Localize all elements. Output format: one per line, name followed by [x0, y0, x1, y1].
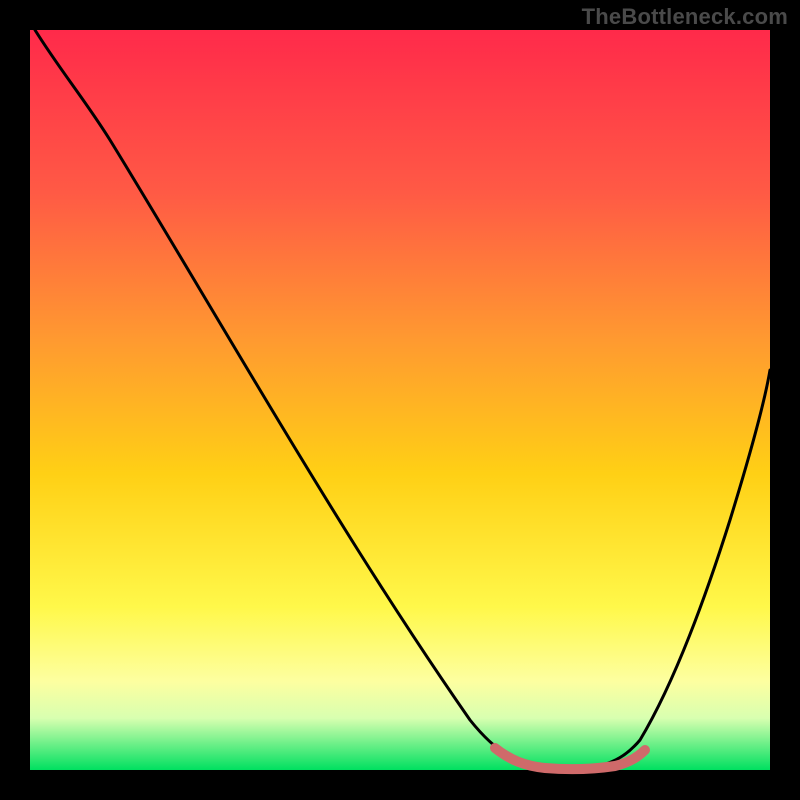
chart-svg [0, 0, 800, 800]
watermark-text: TheBottleneck.com [582, 4, 788, 30]
plot-area [30, 30, 770, 770]
chart-frame: TheBottleneck.com [0, 0, 800, 800]
